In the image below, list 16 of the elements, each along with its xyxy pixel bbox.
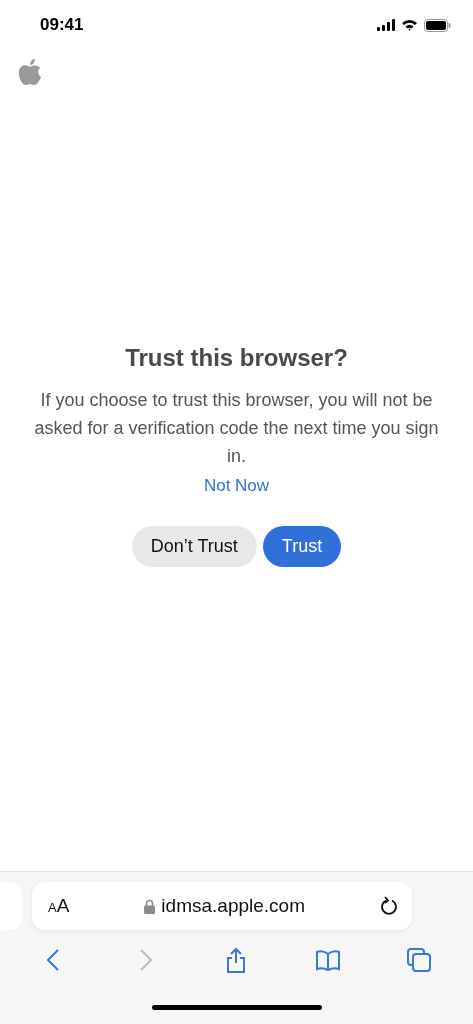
lock-icon: [144, 898, 156, 914]
status-time: 09:41: [40, 15, 84, 35]
tabs-icon: [405, 946, 434, 974]
apple-icon: [18, 58, 42, 86]
battery-icon: [424, 18, 451, 32]
trust-button[interactable]: Trust: [262, 526, 342, 567]
dialog-message: If you choose to trust this browser, you will not be asked for a verification code the next time you sign in.: [33, 389, 440, 468]
reload-icon[interactable]: [380, 896, 398, 916]
address-bar[interactable]: AA idmsa.apple.com: [32, 882, 412, 930]
wifi-icon: [401, 19, 418, 31]
url-text: idmsa.apple.com: [161, 895, 305, 917]
not-now-link[interactable]: Not Now: [203, 476, 270, 496]
dont-trust-button[interactable]: Don’t Trust: [131, 526, 257, 567]
text-size-button[interactable]: AA: [48, 895, 70, 917]
signal-icon: [377, 19, 395, 31]
dialog-title: Trust this browser?: [125, 344, 348, 372]
